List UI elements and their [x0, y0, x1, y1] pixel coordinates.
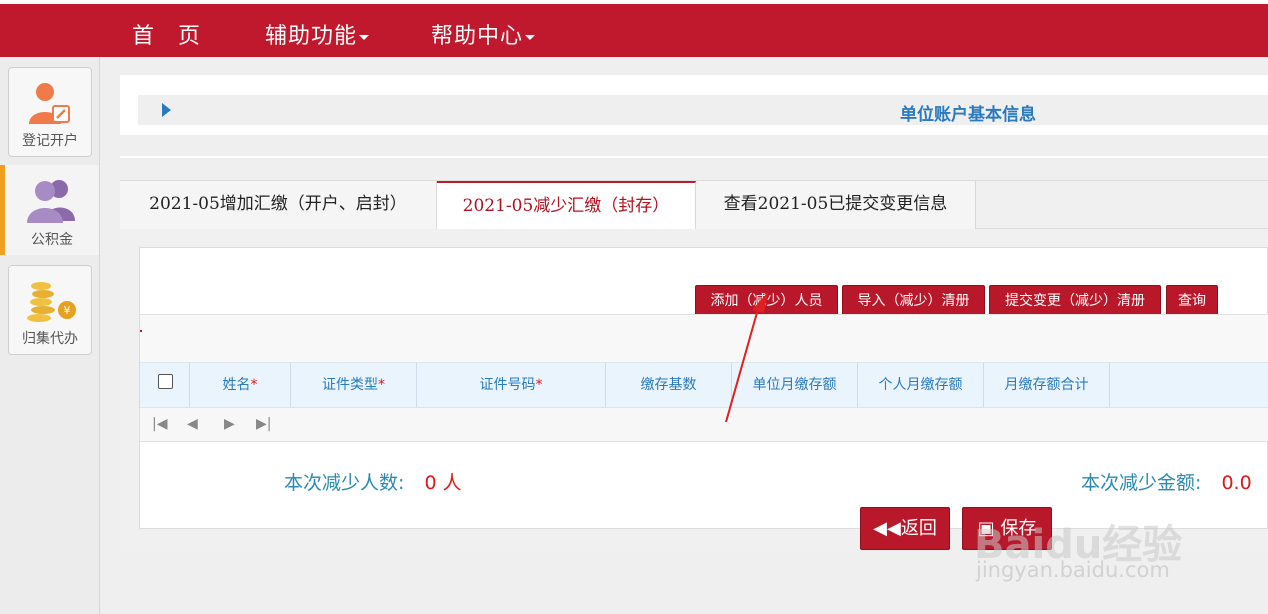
column-label: 单位月缴存额: [752, 377, 837, 393]
svg-text:¥: ¥: [64, 304, 71, 317]
nav-home-label: 首 页: [132, 24, 202, 49]
coins-icon: ¥: [27, 282, 76, 322]
import-decrease-list-button[interactable]: 导入（减少）清册: [842, 285, 985, 317]
chevron-down-icon: [359, 34, 370, 40]
marker-dot: [140, 330, 142, 332]
column-label: 个人月缴存额: [878, 377, 963, 393]
top-nav-bar: 首 页 辅助功能 帮助中心: [0, 0, 1268, 57]
decrease-count: 本次减少人数: 0 人: [284, 468, 462, 495]
person-edit-icon: [29, 83, 70, 124]
tab-increase[interactable]: 2021-05增加汇缴（开户、启封）: [120, 181, 437, 229]
grid-header: 姓名* 证件类型* 证件号码* 缴存基数 单位月缴存额 个人月缴存额 月缴存额合…: [140, 362, 1268, 408]
query-button[interactable]: 查询: [1166, 285, 1218, 317]
column-header[interactable]: 月缴存额合计: [984, 363, 1110, 407]
column-label: 姓名: [222, 377, 251, 393]
submit-decrease-list-button[interactable]: 提交变更（减少）清册: [989, 285, 1161, 317]
sidebar-item-label: 归集代办: [22, 331, 78, 347]
amount-label: 本次减少金额:: [1081, 472, 1202, 494]
chevron-down-icon: [525, 34, 536, 40]
filter-strip: [140, 314, 1268, 363]
column-header[interactable]: 证件类型*: [291, 363, 417, 407]
column-label: 证件号码: [479, 377, 536, 393]
column-header[interactable]: 单位月缴存额: [732, 363, 858, 407]
people-icon: [27, 180, 75, 223]
panel-title: 单位账户基本信息: [900, 105, 1036, 125]
required-mark: *: [378, 377, 385, 393]
column-header[interactable]: 证件号码*: [417, 363, 606, 407]
column-label: 证件类型: [322, 377, 378, 393]
tab-submitted[interactable]: 查看2021-05已提交变更信息: [696, 181, 976, 229]
divider: [120, 156, 1268, 158]
tab-decrease[interactable]: 2021-05减少汇缴（封存）: [437, 181, 696, 230]
column-label: 缴存基数: [640, 377, 697, 393]
select-all-cell: [140, 363, 190, 407]
nav-assist-menu[interactable]: 辅助功能: [265, 18, 370, 50]
column-header[interactable]: 姓名*: [190, 363, 291, 407]
tab-content: 添加（减少）人员 导入（减少）清册 提交变更（减少）清册 查询 姓名* 证件类型…: [120, 229, 1268, 551]
back-button[interactable]: ◀◀返回: [860, 507, 950, 550]
sidebar: 登记开户 公积金 ¥ 归集代办: [0, 57, 100, 614]
expand-triangle-icon[interactable]: [162, 103, 171, 117]
watermark-url: jingyan.baidu.com: [976, 558, 1170, 582]
sidebar-item-fund[interactable]: 公积金: [0, 165, 99, 255]
required-mark: *: [250, 377, 258, 393]
prev-page-icon[interactable]: ◀: [187, 416, 198, 432]
rewind-icon: ◀◀: [873, 518, 901, 539]
decrease-amount: 本次减少金额: 0.0: [1081, 468, 1252, 495]
decrease-panel: 添加（减少）人员 导入（减少）清册 提交变更（减少）清册 查询 姓名* 证件类型…: [139, 247, 1268, 529]
sidebar-item-register[interactable]: 登记开户: [8, 67, 92, 157]
sidebar-item-label: 登记开户: [22, 133, 78, 149]
column-header[interactable]: 个人月缴存额: [858, 363, 984, 407]
nav-help-label: 帮助中心: [431, 24, 524, 49]
back-label: 返回: [900, 518, 937, 539]
nav-help-menu[interactable]: 帮助中心: [431, 18, 536, 50]
pager: |◀ ◀ ▶ ▶|: [140, 408, 1268, 442]
next-page-icon[interactable]: ▶: [224, 416, 235, 432]
account-info-header[interactable]: 单位账户基本信息: [138, 95, 1268, 125]
nav-home[interactable]: 首 页: [132, 18, 201, 50]
nav-assist-label: 辅助功能: [265, 24, 358, 49]
column-label: 月缴存额合计: [1004, 377, 1089, 393]
select-all-checkbox[interactable]: [158, 374, 173, 389]
tab-bar: 2021-05增加汇缴（开户、启封） 2021-05减少汇缴（封存） 查看202…: [120, 180, 1268, 230]
amount-value: 0.0: [1221, 472, 1252, 494]
sidebar-item-collect[interactable]: ¥ 归集代办: [8, 265, 92, 355]
last-page-icon[interactable]: ▶|: [256, 416, 271, 432]
account-info-panel: 单位账户基本信息: [120, 75, 1268, 135]
required-mark: *: [535, 377, 543, 393]
column-header[interactable]: 缴存基数: [606, 363, 732, 407]
first-page-icon[interactable]: |◀: [152, 416, 167, 432]
count-value: 0 人: [424, 472, 462, 494]
count-label: 本次减少人数:: [284, 472, 405, 494]
add-decrease-person-button[interactable]: 添加（减少）人员: [695, 285, 838, 317]
sidebar-item-label: 公积金: [31, 232, 73, 248]
